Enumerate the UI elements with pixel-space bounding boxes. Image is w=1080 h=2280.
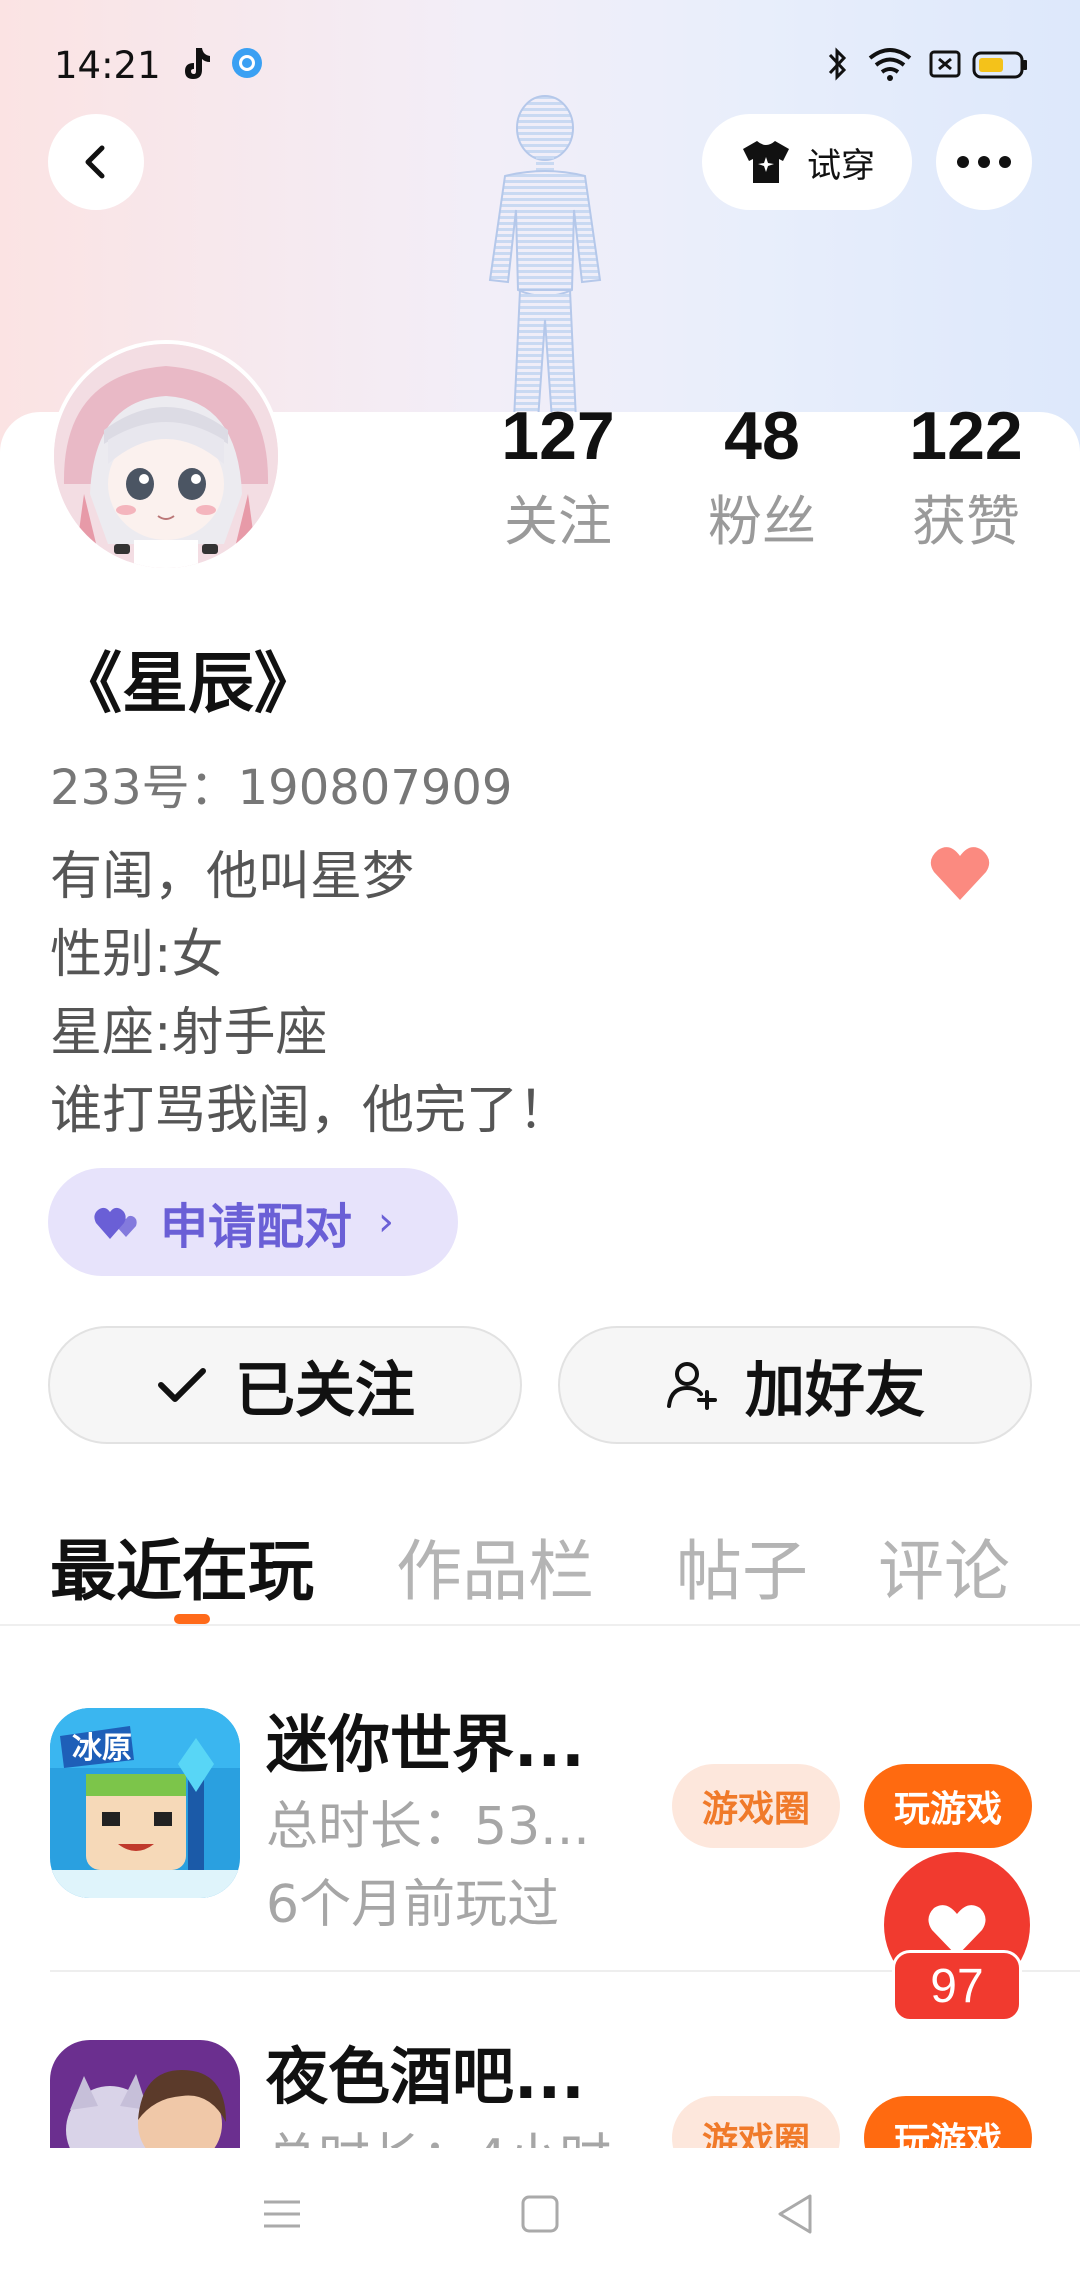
game-title: 迷你世界... bbox=[266, 1708, 585, 1781]
sim-icon bbox=[929, 50, 961, 78]
status-time: 14:21 bbox=[54, 44, 161, 87]
avatar[interactable] bbox=[50, 340, 282, 572]
bio-line: 性别:女 bbox=[50, 925, 224, 985]
tshirt-icon bbox=[743, 141, 789, 183]
game-icon-text: 冰原 bbox=[72, 1731, 132, 1766]
following-button[interactable]: 已关注 bbox=[48, 1326, 522, 1444]
tiktok-icon bbox=[185, 48, 210, 79]
game-title: 夜色酒吧... bbox=[266, 2040, 585, 2113]
bluetooth-icon bbox=[828, 47, 847, 81]
heart-icon[interactable] bbox=[928, 842, 992, 906]
try-on-label: 试穿 bbox=[807, 145, 875, 186]
wifi-icon bbox=[868, 48, 912, 81]
back-triangle-icon[interactable] bbox=[766, 2184, 826, 2244]
stat-following[interactable]: 127 关注 bbox=[468, 396, 648, 562]
stat-followers-value: 48 bbox=[724, 398, 800, 474]
try-on-button[interactable]: 试穿 bbox=[702, 114, 912, 210]
stat-likes-label: 获赞 bbox=[912, 490, 1020, 553]
game-duration: 总时长：4小时 bbox=[266, 2116, 611, 2148]
browser-icon bbox=[232, 48, 262, 78]
more-button[interactable] bbox=[936, 114, 1032, 210]
status-bar: 14:21 bbox=[0, 0, 1080, 130]
tab-recently-played[interactable]: 最近在玩 bbox=[50, 1518, 314, 1614]
game-duration: 总时长：53... bbox=[266, 1797, 590, 1857]
stat-likes[interactable]: 122 获赞 bbox=[876, 396, 1056, 562]
play-game-button[interactable]: 玩游戏 bbox=[864, 2096, 1032, 2148]
stat-following-value: 127 bbox=[501, 398, 615, 474]
chevron-right-icon: › bbox=[378, 1199, 395, 1245]
like-count-badge: 97 bbox=[892, 1950, 1022, 2022]
bio-line: 有闺，他叫星梦 bbox=[50, 847, 415, 907]
battery-icon bbox=[972, 51, 1027, 79]
list-item-clip: 夜色酒吧... 总时长：4小时 游戏圈 玩游戏 bbox=[0, 2000, 1080, 2148]
tab-works[interactable]: 作品栏 bbox=[396, 1518, 594, 1614]
game-icon: 冰原 bbox=[50, 1708, 240, 1898]
apply-pair-label: 申请配对 bbox=[160, 1199, 353, 1255]
stat-following-label: 关注 bbox=[504, 490, 612, 553]
list-item[interactable]: 夜色酒吧... 总时长：4小时 游戏圈 玩游戏 bbox=[0, 2040, 1080, 2148]
bio-line: 星座:射手座 bbox=[50, 1003, 328, 1063]
menu-icon[interactable] bbox=[252, 2184, 312, 2244]
game-circle-button[interactable]: 游戏圈 bbox=[672, 2096, 840, 2148]
add-friend-button[interactable]: 加好友 bbox=[558, 1326, 1032, 1444]
user-id[interactable]: 233号：190807909 bbox=[50, 748, 512, 818]
add-friend-label: 加好友 bbox=[745, 1355, 925, 1426]
anime-avatar-image bbox=[54, 344, 278, 568]
game-icon bbox=[50, 2040, 240, 2148]
add-user-icon bbox=[667, 1362, 717, 1410]
following-label: 已关注 bbox=[235, 1355, 415, 1426]
stat-followers-label: 粉丝 bbox=[708, 490, 816, 553]
double-heart-icon bbox=[94, 1207, 137, 1239]
game-circle-button[interactable]: 游戏圈 bbox=[672, 1764, 840, 1848]
back-button[interactable] bbox=[48, 114, 144, 210]
active-tab-indicator bbox=[174, 1614, 210, 1624]
avatar-3d-figure bbox=[488, 95, 602, 421]
bio-line: 谁打骂我闺，他完了！ bbox=[50, 1081, 571, 1141]
tab-posts[interactable]: 帖子 bbox=[676, 1518, 808, 1614]
apply-pair-button[interactable]: 申请配对 › bbox=[48, 1168, 458, 1276]
play-game-button[interactable]: 玩游戏 bbox=[864, 1764, 1032, 1848]
more-icon bbox=[957, 156, 1011, 168]
divider bbox=[0, 1624, 1080, 1626]
chevron-left-icon bbox=[85, 145, 105, 179]
tab-comments[interactable]: 评论 bbox=[878, 1518, 1010, 1614]
system-nav-bar bbox=[0, 2148, 1080, 2280]
check-icon bbox=[158, 1368, 206, 1402]
home-square-icon[interactable] bbox=[510, 2184, 570, 2244]
game-last-played: 6个月前玩过 bbox=[266, 1875, 560, 1935]
username: 《星辰》 bbox=[56, 645, 320, 722]
stat-likes-value: 122 bbox=[909, 398, 1023, 474]
stat-followers[interactable]: 48 粉丝 bbox=[672, 396, 852, 562]
